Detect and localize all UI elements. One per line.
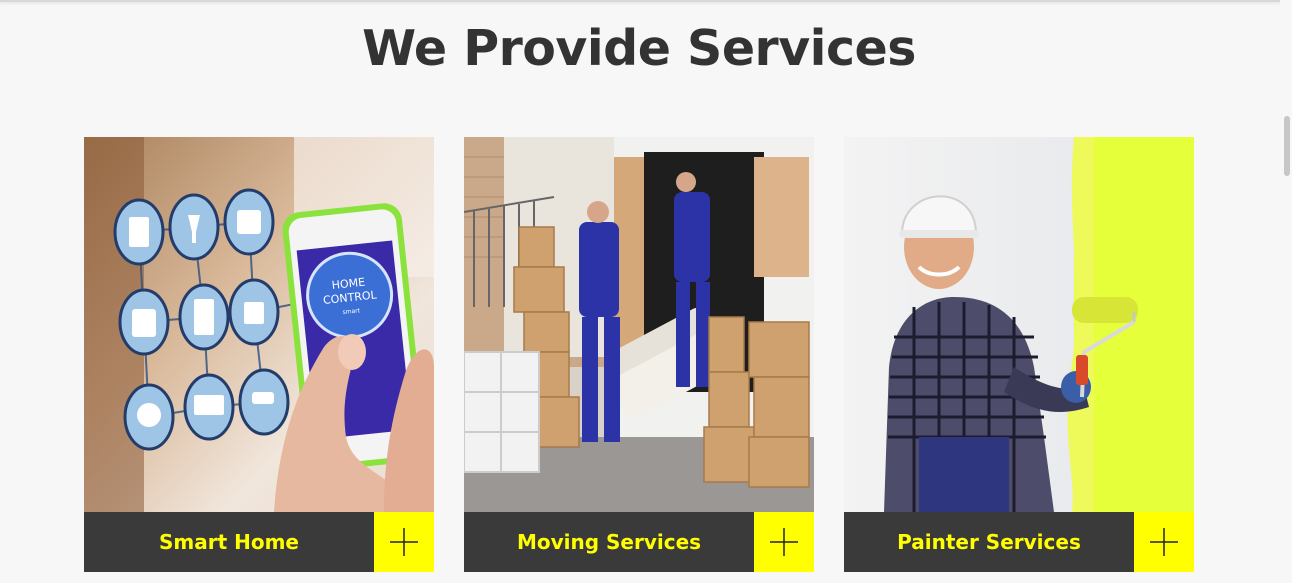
scrollbar[interactable]	[1280, 0, 1292, 583]
header-edge	[0, 0, 1280, 2]
service-title: Moving Services	[516, 530, 702, 554]
section-title: We Provide Services	[362, 20, 916, 77]
service-card-painter[interactable]: Painter Services	[844, 137, 1194, 572]
plus-icon	[770, 528, 798, 556]
services-page: We Provide Services HOME CONTROL smart S…	[0, 0, 1292, 583]
expand-button[interactable]	[374, 512, 434, 572]
plus-icon	[390, 528, 418, 556]
service-card-smart-home[interactable]: HOME CONTROL smart Smart Home	[84, 137, 434, 572]
scrollbar-thumb[interactable]	[1284, 116, 1290, 176]
service-title: Painter Services	[897, 530, 1081, 554]
service-bar: Painter Services	[844, 512, 1194, 572]
service-card-moving[interactable]: Moving Services	[464, 137, 814, 572]
expand-button[interactable]	[1134, 512, 1194, 572]
painter-image	[844, 137, 1194, 512]
service-title: Smart Home	[158, 530, 299, 554]
smart-home-image: HOME CONTROL smart	[84, 137, 434, 512]
moving-image	[464, 137, 814, 512]
service-bar: Moving Services	[464, 512, 814, 572]
service-bar: Smart Home	[84, 512, 434, 572]
expand-button[interactable]	[754, 512, 814, 572]
plus-icon	[1150, 528, 1178, 556]
